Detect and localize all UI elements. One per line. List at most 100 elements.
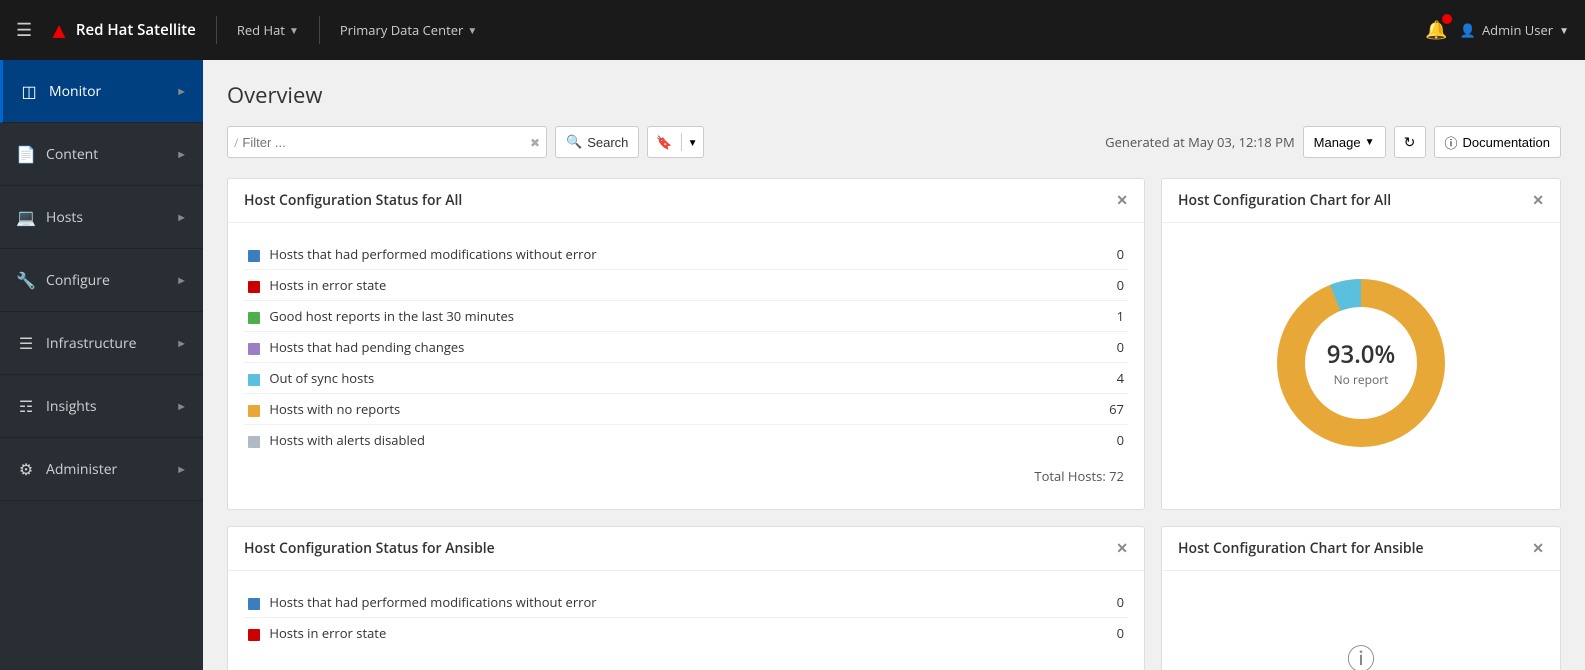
status-row-label: Hosts in error state <box>244 618 1088 649</box>
status-color-box <box>248 281 260 293</box>
filter-input-wrapper[interactable]: / ✖ <box>227 126 547 158</box>
host-config-chart-ansible-body: ⓘ No Data Available <box>1162 571 1560 670</box>
status-color-box <box>248 405 260 417</box>
sidebar-item-content[interactable]: 📄 Content ► <box>0 123 203 186</box>
manage-chevron-icon: ▼ <box>1365 137 1375 148</box>
sidebar-item-hosts-left: 💻 Hosts <box>16 206 83 228</box>
monitor-chevron-icon: ► <box>176 84 187 99</box>
status-color-box <box>248 312 260 324</box>
host-config-status-ansible-body: Hosts that had performed modifications w… <box>228 571 1144 664</box>
app-logo: ▲ Red Hat Satellite <box>48 15 196 45</box>
configure-chevron-icon: ► <box>176 273 187 288</box>
table-row: Hosts that had performed modifications w… <box>244 239 1128 270</box>
status-row-label: Good host reports in the last 30 minutes <box>244 301 1088 332</box>
notifications-bell[interactable]: 🔔 <box>1425 18 1447 42</box>
user-chevron-icon: ▼ <box>1559 23 1569 37</box>
nav-divider <box>216 16 217 44</box>
app-name: Red Hat Satellite <box>76 20 196 40</box>
hosts-icon: 💻 <box>16 206 36 228</box>
table-row: Hosts with no reports 67 <box>244 394 1128 425</box>
table-row: Hosts with alerts disabled 0 <box>244 425 1128 456</box>
host-config-chart-ansible-card: Host Configuration Chart for Ansible ✕ ⓘ… <box>1161 526 1561 670</box>
status-color-box <box>248 374 260 386</box>
table-row: Good host reports in the last 30 minutes… <box>244 301 1128 332</box>
content-icon: 📄 <box>16 143 36 165</box>
location-selector[interactable]: Primary Data Center ▼ <box>340 21 477 39</box>
status-color-box <box>248 598 260 610</box>
sidebar-item-monitor-label: Monitor <box>49 82 101 101</box>
filter-bar: / ✖ 🔍 Search 🔖 ▼ Generated at May 03, 12… <box>227 126 1561 158</box>
filter-clear-icon[interactable]: ✖ <box>530 134 540 151</box>
filter-right-controls: Generated at May 03, 12:18 PM Manage ▼ ↻… <box>1105 126 1561 158</box>
documentation-label: Documentation <box>1463 135 1550 150</box>
top-navigation: ☰ ▲ Red Hat Satellite Red Hat ▼ Primary … <box>0 0 1585 60</box>
status-row-count: 67 <box>1088 394 1128 425</box>
status-row-label: Hosts with alerts disabled <box>244 425 1088 456</box>
sidebar-item-content-left: 📄 Content <box>16 143 98 165</box>
status-row-label: Out of sync hosts <box>244 363 1088 394</box>
host-config-chart-all-card: Host Configuration Chart for All ✕ <box>1161 178 1561 510</box>
cards-grid: Host Configuration Status for All ✕ Host… <box>227 178 1561 670</box>
table-row: Hosts in error state 0 <box>244 618 1128 649</box>
refresh-button[interactable]: ↻ <box>1394 126 1426 158</box>
host-config-status-ansible-header: Host Configuration Status for Ansible ✕ <box>228 527 1144 571</box>
sidebar-item-configure[interactable]: 🔧 Configure ► <box>0 249 203 312</box>
user-menu[interactable]: 👤 Admin User ▼ <box>1460 21 1569 39</box>
status-row-count: 0 <box>1088 270 1128 301</box>
content-area: Overview / ✖ 🔍 Search 🔖 ▼ Generated at M… <box>203 60 1585 670</box>
manage-button[interactable]: Manage ▼ <box>1303 126 1386 158</box>
no-data-info-icon: ⓘ <box>1347 638 1375 670</box>
donut-chart-all: 93.0% No report <box>1261 263 1461 463</box>
sidebar: ◫ Monitor ► 📄 Content ► 💻 Hosts ► 🔧 Conf… <box>0 60 203 670</box>
user-icon: 👤 <box>1460 21 1476 39</box>
filter-input[interactable] <box>242 135 530 150</box>
status-color-box <box>248 250 260 262</box>
donut-label-all: No report <box>1327 371 1395 388</box>
documentation-button[interactable]: ⓘ Documentation <box>1434 126 1561 158</box>
generated-text: Generated at May 03, 12:18 PM <box>1105 133 1295 151</box>
org-chevron-icon: ▼ <box>289 23 299 37</box>
sidebar-item-administer[interactable]: ⚙ Administer ► <box>0 438 203 501</box>
main-layout: ◫ Monitor ► 📄 Content ► 💻 Hosts ► 🔧 Conf… <box>0 60 1585 670</box>
sidebar-item-configure-left: 🔧 Configure <box>16 269 110 291</box>
sidebar-item-content-label: Content <box>46 145 98 164</box>
host-config-status-all-close-icon[interactable]: ✕ <box>1116 191 1128 210</box>
host-config-chart-all-close-icon[interactable]: ✕ <box>1532 191 1544 210</box>
redhat-logo-icon: ▲ <box>48 15 70 45</box>
host-config-status-all-table: Hosts that had performed modifications w… <box>244 239 1128 455</box>
status-row-count: 0 <box>1088 332 1128 363</box>
bookmark-chevron-icon[interactable]: ▼ <box>682 135 704 149</box>
sidebar-item-administer-label: Administer <box>46 460 117 479</box>
total-hosts-label: Total Hosts: 72 <box>1034 467 1124 485</box>
user-label: Admin User <box>1482 21 1553 39</box>
sidebar-item-infrastructure-label: Infrastructure <box>46 334 137 353</box>
sidebar-item-monitor[interactable]: ◫ Monitor ► <box>0 60 203 123</box>
bookmark-icon[interactable]: 🔖 <box>648 133 681 151</box>
sidebar-item-hosts[interactable]: 💻 Hosts ► <box>0 186 203 249</box>
page-title: Overview <box>227 80 1561 110</box>
host-config-status-ansible-close-icon[interactable]: ✕ <box>1116 539 1128 558</box>
filter-slash-icon: / <box>234 134 238 151</box>
sidebar-item-hosts-label: Hosts <box>46 208 83 227</box>
sidebar-item-infrastructure[interactable]: ☰ Infrastructure ► <box>0 312 203 375</box>
status-row-count: 0 <box>1088 587 1128 618</box>
nav-divider-2 <box>319 16 320 44</box>
org-selector[interactable]: Red Hat ▼ <box>237 21 299 39</box>
table-row: Hosts that had performed modifications w… <box>244 587 1128 618</box>
sidebar-item-insights[interactable]: ☶ Insights ► <box>0 375 203 438</box>
host-config-chart-all-title: Host Configuration Chart for All <box>1178 191 1391 210</box>
content-chevron-icon: ► <box>176 147 187 162</box>
status-row-count: 4 <box>1088 363 1128 394</box>
hamburger-menu[interactable]: ☰ <box>16 18 32 42</box>
status-color-box <box>248 436 260 448</box>
host-config-chart-ansible-close-icon[interactable]: ✕ <box>1532 539 1544 558</box>
manage-label: Manage <box>1314 135 1361 150</box>
host-config-status-all-card: Host Configuration Status for All ✕ Host… <box>227 178 1145 510</box>
bookmark-button[interactable]: 🔖 ▼ <box>647 126 704 158</box>
administer-icon: ⚙ <box>16 458 36 480</box>
search-button[interactable]: 🔍 Search <box>555 126 639 158</box>
documentation-circle-icon: ⓘ <box>1445 133 1458 152</box>
host-config-status-all-total: Total Hosts: 72 <box>244 455 1128 493</box>
sidebar-item-administer-left: ⚙ Administer <box>16 458 117 480</box>
notification-badge <box>1442 14 1452 24</box>
